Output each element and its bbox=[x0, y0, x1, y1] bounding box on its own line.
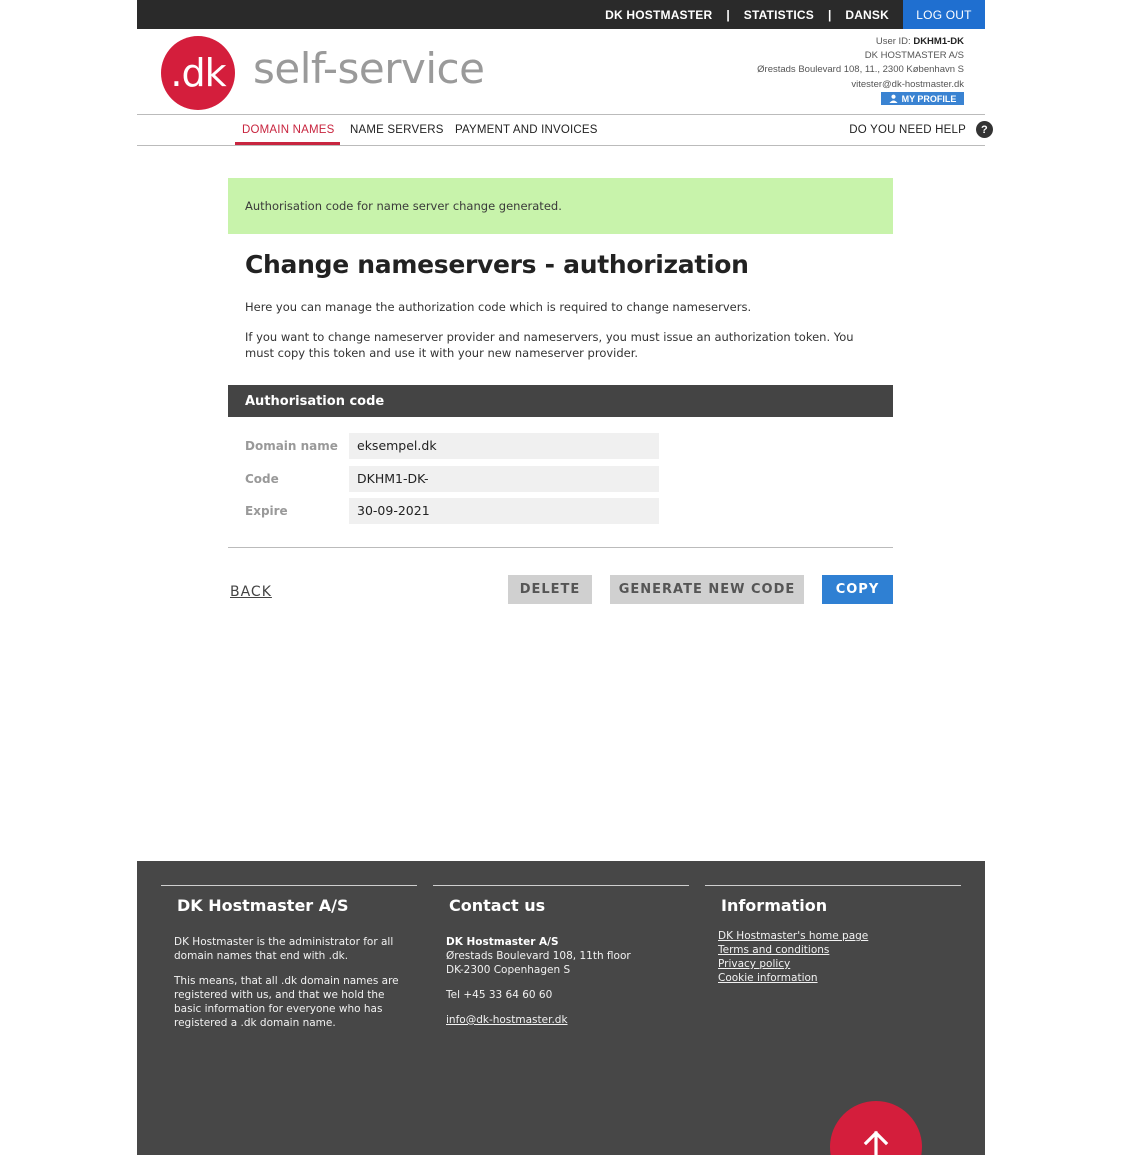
footer-col-information: Information bbox=[705, 885, 961, 915]
topnav-separator: | bbox=[827, 7, 832, 22]
footer-contact-address1: Ørestads Boulevard 108, 11th floor bbox=[446, 950, 631, 962]
user-email: vitester@dk-hostmaster.dk bbox=[851, 78, 964, 90]
expire-label: Expire bbox=[245, 504, 288, 518]
topnav-language[interactable]: DANSK bbox=[845, 8, 889, 22]
footer-link-privacy[interactable]: Privacy policy bbox=[718, 957, 868, 971]
auth-section-header: Authorisation code bbox=[228, 385, 893, 417]
footer-contact-company: DK Hostmaster A/S bbox=[446, 936, 559, 948]
footer-contact-title: Contact us bbox=[449, 896, 546, 915]
user-icon bbox=[889, 94, 898, 103]
user-id: User ID: DKHM1-DK bbox=[875, 36, 964, 47]
success-alert: Authorisation code for name server chang… bbox=[228, 178, 893, 234]
footer-contact-address: DK Hostmaster A/S Ørestads Boulevard 108… bbox=[446, 935, 686, 977]
footer-link-home[interactable]: DK Hostmaster's home page bbox=[718, 929, 868, 943]
footer: DK Hostmaster A/S DK Hostmaster is the a… bbox=[137, 861, 985, 1155]
domain-name-label: Domain name bbox=[245, 439, 338, 453]
page-description: If you want to change nameserver provide… bbox=[245, 330, 854, 360]
back-link[interactable]: BACK bbox=[230, 584, 272, 600]
user-address: Ørestads Boulevard 108, 11., 2300 Københ… bbox=[757, 64, 964, 76]
footer-link-cookies[interactable]: Cookie information bbox=[718, 971, 868, 985]
page-title: Change nameservers - authorization bbox=[245, 250, 749, 279]
nav-divider-bottom bbox=[137, 145, 985, 146]
my-profile-label: MY PROFILE bbox=[901, 93, 957, 104]
logout-button[interactable]: LOG OUT bbox=[903, 0, 985, 29]
auth-section-title: Authorisation code bbox=[245, 394, 385, 409]
copy-button[interactable]: COPY bbox=[822, 575, 893, 604]
footer-contact-address2: DK-2300 Copenhagen S bbox=[446, 964, 571, 976]
footer-about-title: DK Hostmaster A/S bbox=[177, 896, 349, 915]
content-divider bbox=[228, 547, 893, 548]
nav-name-servers[interactable]: NAME SERVERS bbox=[350, 124, 444, 136]
expire-value[interactable]: 30-09-2021 bbox=[349, 498, 659, 524]
delete-button[interactable]: DELETE bbox=[508, 575, 592, 604]
generate-new-code-button[interactable]: GENERATE NEW CODE bbox=[610, 575, 804, 604]
alert-message: Authorisation code for name server chang… bbox=[245, 199, 562, 213]
topnav-separator: | bbox=[726, 7, 730, 22]
user-info: User ID: DKHM1-DK DK HOSTMASTER A/S Øres… bbox=[757, 35, 964, 92]
code-label: Code bbox=[245, 472, 279, 486]
my-profile-button[interactable]: MY PROFILE bbox=[881, 92, 964, 105]
user-company: DK HOSTMASTER A/S bbox=[864, 50, 964, 62]
app-title: self-service bbox=[253, 44, 485, 93]
nav-payment-invoices[interactable]: PAYMENT AND INVOICES bbox=[455, 124, 598, 136]
nav-domain-names[interactable]: DOMAIN NAMES bbox=[242, 124, 335, 136]
footer-col-about: DK Hostmaster A/S bbox=[161, 885, 417, 915]
top-nav: DK HOSTMASTER | STATISTICS | DANSK LOG O… bbox=[605, 0, 985, 29]
footer-contact-phone: Tel +45 33 64 60 60 bbox=[446, 989, 553, 1001]
footer-contact-email-wrap: info@dk-hostmaster.dk bbox=[446, 1013, 568, 1027]
help-link[interactable]: DO YOU NEED HELP ? bbox=[849, 121, 993, 138]
domain-name-value[interactable]: eksempel.dk bbox=[349, 433, 659, 459]
footer-link-terms[interactable]: Terms and conditions bbox=[718, 943, 868, 957]
footer-info-links: DK Hostmaster's home page Terms and cond… bbox=[718, 929, 868, 985]
arrow-up-icon bbox=[863, 1130, 889, 1155]
footer-info-title: Information bbox=[721, 896, 828, 915]
help-label: DO YOU NEED HELP bbox=[849, 123, 966, 136]
footer-about-p1: DK Hostmaster is the administrator for a… bbox=[174, 936, 394, 962]
footer-col-contact: Contact us bbox=[433, 885, 689, 915]
top-bar: DK HOSTMASTER | STATISTICS | DANSK LOG O… bbox=[137, 0, 985, 29]
user-id-value: DKHM1-DK bbox=[913, 36, 964, 47]
scroll-to-top-button[interactable] bbox=[830, 1101, 922, 1155]
page-intro: Here you can manage the authorization co… bbox=[245, 300, 752, 314]
dk-logo[interactable]: .dk bbox=[161, 36, 235, 110]
question-icon: ? bbox=[976, 121, 993, 138]
footer-contact-email[interactable]: info@dk-hostmaster.dk bbox=[446, 1013, 568, 1027]
auth-code-value[interactable]: DKHM1-DK-4da52cebfb58ff04d400c4635c1d326… bbox=[349, 466, 659, 512]
footer-about-p2: This means, that all .dk domain names ar… bbox=[174, 975, 399, 1029]
topnav-statistics[interactable]: STATISTICS bbox=[744, 8, 814, 22]
topnav-dk-hostmaster[interactable]: DK HOSTMASTER bbox=[605, 8, 712, 22]
